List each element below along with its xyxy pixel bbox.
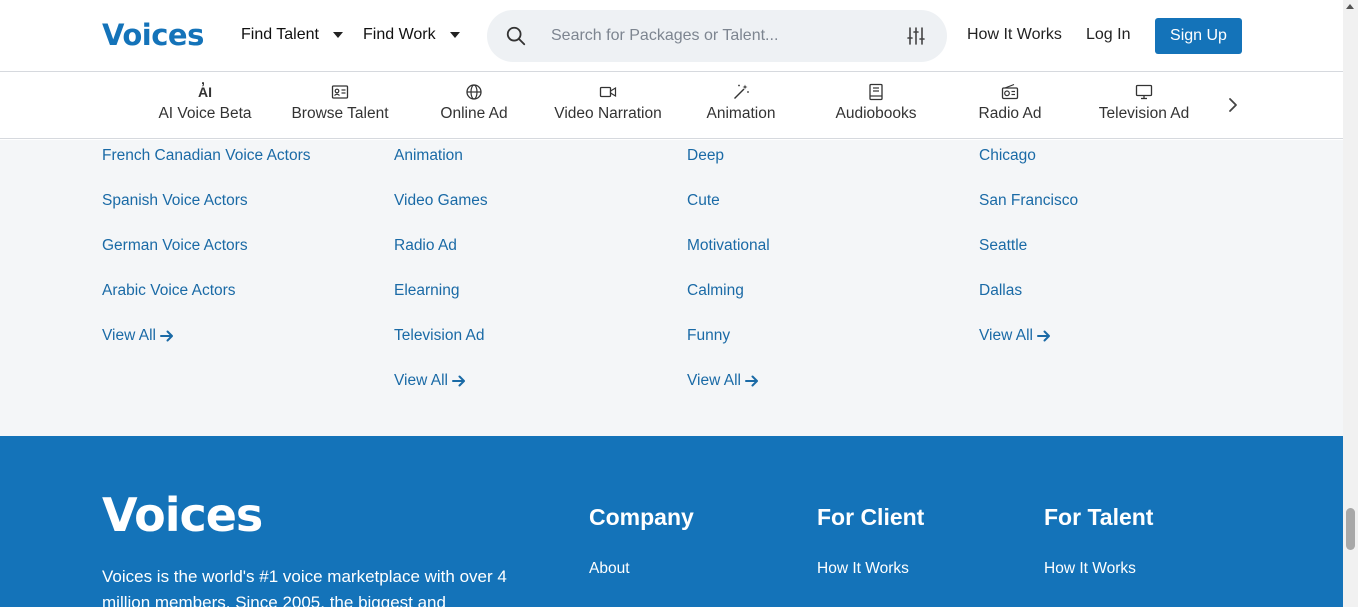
links-column-styles: Deep Cute Motivational Calming Funny Vie… — [687, 145, 770, 415]
company-heading: Company — [589, 504, 694, 530]
filter-sliders-icon[interactable] — [906, 26, 926, 46]
arrow-right-icon — [452, 375, 465, 387]
monitor-icon — [1135, 84, 1153, 100]
view-all-label: View All — [979, 327, 1033, 344]
list-item-link[interactable]: Dallas — [979, 280, 1078, 325]
id-card-icon — [331, 85, 349, 99]
find-work-label: Find Work — [363, 26, 436, 43]
search-icon[interactable] — [505, 25, 527, 47]
category-radio-ad[interactable]: Radio Ad — [978, 83, 1042, 123]
category-label: Television Ad — [1098, 105, 1190, 122]
talent-how-it-works-link[interactable]: How It Works — [1044, 560, 1136, 578]
for-talent-heading: For Talent — [1044, 504, 1154, 530]
view-all-label: View All — [102, 327, 156, 344]
browse-links-section: French Canadian Voice Actors Spanish Voi… — [0, 140, 1343, 436]
category-ai-voice[interactable]: A̓I AI Voice Beta — [158, 83, 252, 123]
view-all-link[interactable]: View All — [102, 325, 311, 370]
sign-up-button[interactable]: Sign Up — [1155, 18, 1242, 54]
chevron-down-icon — [332, 32, 343, 38]
category-audiobooks[interactable]: Audiobooks — [834, 83, 918, 123]
links-column-languages: French Canadian Voice Actors Spanish Voi… — [102, 145, 311, 370]
scroll-up-arrow-icon[interactable] — [1346, 4, 1354, 9]
list-item-link[interactable]: Chicago — [979, 145, 1078, 190]
chevron-right-icon[interactable] — [1224, 95, 1242, 115]
list-item-link[interactable]: Elearning — [394, 280, 488, 325]
category-animation[interactable]: Animation — [705, 83, 777, 123]
chevron-down-icon — [449, 32, 460, 38]
radio-icon — [1001, 83, 1019, 100]
list-item-link[interactable]: Television Ad — [394, 325, 488, 370]
category-label: Online Ad — [440, 105, 508, 122]
log-in-link[interactable]: Log In — [1086, 26, 1130, 44]
list-item-link[interactable]: German Voice Actors — [102, 235, 311, 280]
list-item-link[interactable]: San Francisco — [979, 190, 1078, 235]
category-label: Radio Ad — [978, 105, 1042, 122]
list-item-link[interactable]: Radio Ad — [394, 235, 488, 280]
page-scrollbar[interactable] — [1343, 0, 1358, 607]
list-item-link[interactable]: Cute — [687, 190, 770, 235]
site-footer: Voices Voices is the world's #1 voice ma… — [0, 436, 1343, 607]
view-all-label: View All — [394, 372, 448, 389]
for-client-heading: For Client — [817, 504, 925, 530]
category-label: AI Voice Beta — [158, 105, 252, 122]
find-talent-label: Find Talent — [241, 26, 319, 43]
arrow-right-icon — [160, 330, 173, 342]
list-item-link[interactable]: Deep — [687, 145, 770, 190]
search-input[interactable] — [551, 23, 881, 49]
ai-icon: A̓I — [198, 84, 212, 100]
voices-logo[interactable]: Voices — [102, 18, 204, 52]
links-column-categories: Animation Video Games Radio Ad Elearning… — [394, 145, 488, 415]
search-bar — [487, 10, 947, 62]
scrollbar-thumb[interactable] — [1346, 508, 1355, 550]
list-item-link[interactable]: Motivational — [687, 235, 770, 280]
arrow-right-icon — [745, 375, 758, 387]
links-column-cities: Chicago San Francisco Seattle Dallas Vie… — [979, 145, 1078, 370]
list-item-link[interactable]: Video Games — [394, 190, 488, 235]
category-bar: A̓I AI Voice Beta Browse Talent Online A… — [0, 73, 1343, 139]
video-camera-icon — [599, 86, 617, 98]
category-label: Video Narration — [554, 105, 662, 122]
find-work-dropdown[interactable]: Find Work — [363, 26, 460, 44]
list-item-link[interactable]: Spanish Voice Actors — [102, 190, 311, 235]
how-it-works-link[interactable]: How It Works — [967, 26, 1062, 44]
top-header: Voices Find Talent Find Work How It Work… — [0, 0, 1343, 72]
globe-icon — [466, 84, 482, 100]
client-how-it-works-link[interactable]: How It Works — [817, 560, 909, 578]
about-link[interactable]: About — [589, 560, 630, 578]
list-item-link[interactable]: Seattle — [979, 235, 1078, 280]
category-label: Audiobooks — [835, 105, 917, 122]
list-item-link[interactable]: Animation — [394, 145, 488, 190]
view-all-link[interactable]: View All — [979, 325, 1078, 370]
list-item-link[interactable]: Arabic Voice Actors — [102, 280, 311, 325]
view-all-link[interactable]: View All — [394, 370, 488, 415]
category-television-ad[interactable]: Television Ad — [1097, 83, 1191, 123]
list-item-link[interactable]: Calming — [687, 280, 770, 325]
category-label: Animation — [706, 105, 776, 122]
category-online-ad[interactable]: Online Ad — [440, 83, 508, 123]
category-video-narration[interactable]: Video Narration — [553, 83, 663, 123]
magic-wand-icon — [734, 84, 749, 99]
arrow-right-icon — [1037, 330, 1050, 342]
footer-description: Voices is the world's #1 voice marketpla… — [102, 567, 507, 607]
find-talent-dropdown[interactable]: Find Talent — [241, 26, 343, 44]
view-all-link[interactable]: View All — [687, 370, 770, 415]
book-icon — [869, 83, 883, 101]
category-label: Browse Talent — [291, 105, 389, 122]
view-all-label: View All — [687, 372, 741, 389]
category-browse-talent[interactable]: Browse Talent — [290, 83, 390, 123]
list-item-link[interactable]: French Canadian Voice Actors — [102, 145, 311, 190]
list-item-link[interactable]: Funny — [687, 325, 770, 370]
footer-logo[interactable]: Voices — [102, 488, 263, 542]
